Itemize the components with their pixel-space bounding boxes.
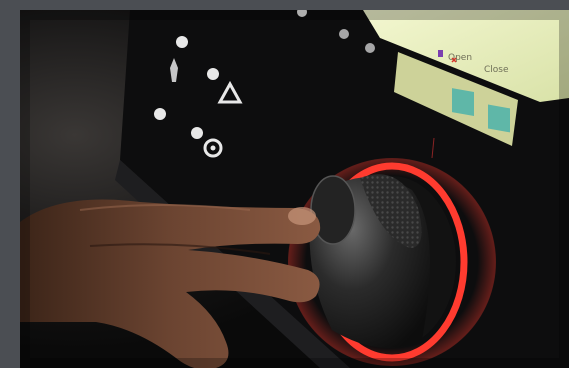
fingernail — [288, 207, 316, 225]
control-panel-photo: Open Close — [20, 10, 569, 368]
close-icon — [488, 104, 510, 133]
image-frame: Open Close — [0, 0, 569, 368]
indicator-light-icon — [365, 43, 375, 53]
indicator-light-icon — [339, 29, 349, 39]
settings-gear-center-icon — [210, 145, 216, 151]
indicator-light-icon — [191, 127, 203, 139]
open-icon — [452, 88, 474, 117]
indicator-light-icon — [176, 36, 188, 48]
indicator-light-icon — [207, 68, 219, 80]
selection-marker-icon — [438, 50, 443, 57]
control-knob[interactable] — [288, 158, 496, 366]
close-label: Close — [484, 65, 509, 75]
indicator-light-icon — [154, 108, 166, 120]
